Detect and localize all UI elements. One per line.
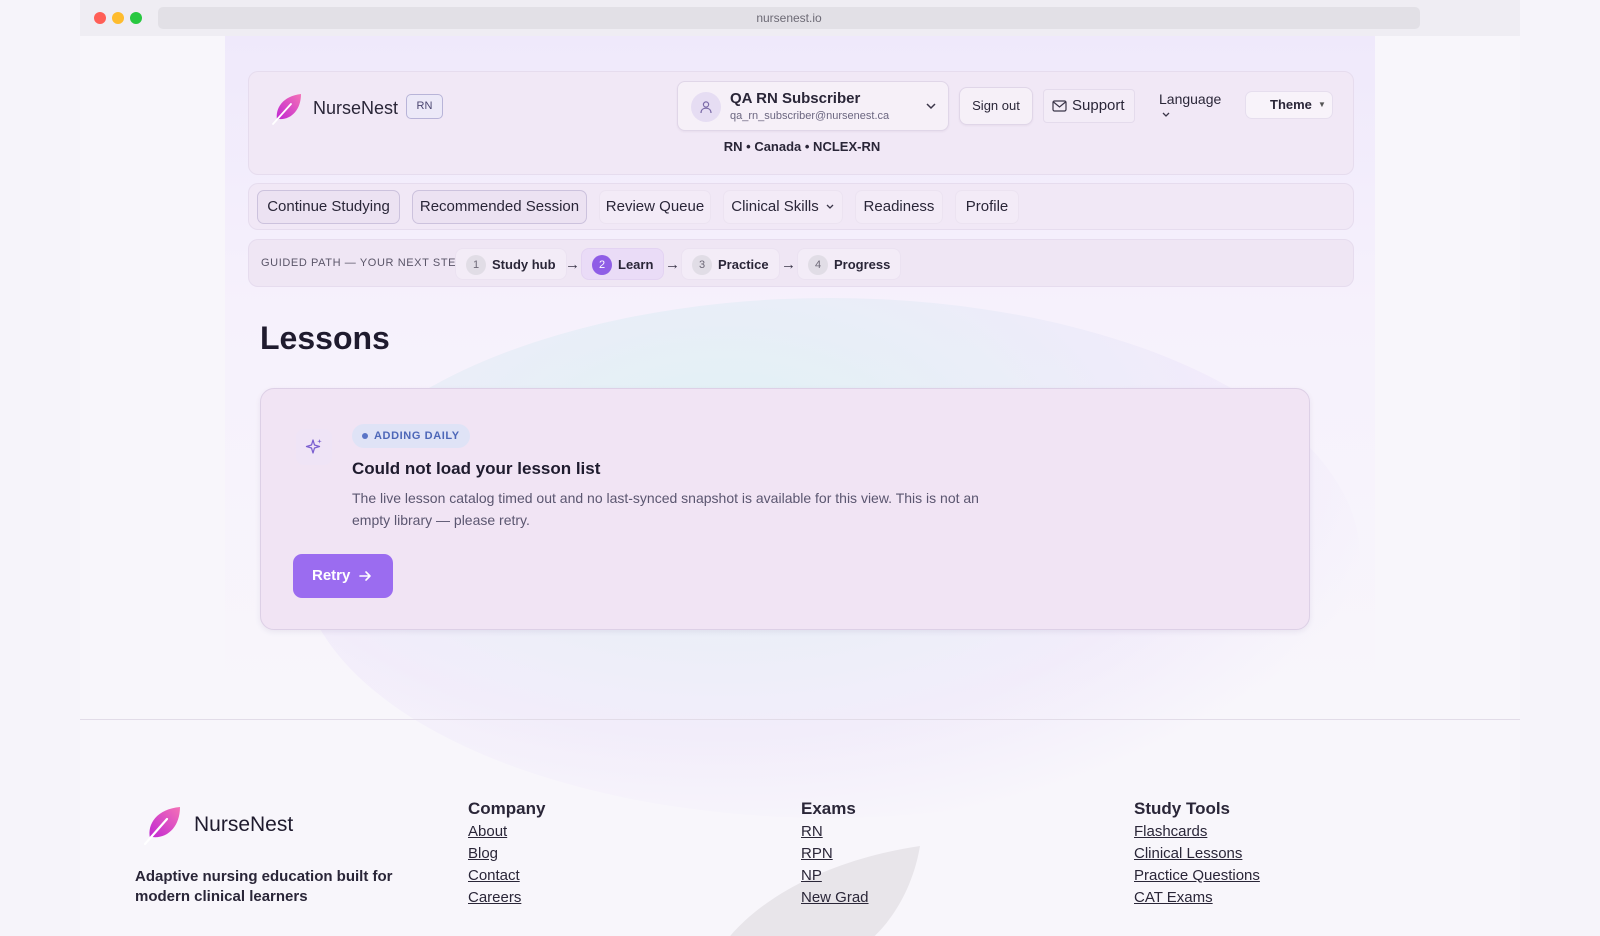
browser-chrome: nursenest.io <box>80 0 1520 36</box>
footer-column-exams: Exams RN RPN NP New Grad <box>801 799 869 909</box>
chevron-down-icon <box>926 103 936 110</box>
close-window-button[interactable] <box>94 12 106 24</box>
nav-clinical-skills[interactable]: Clinical Skills <box>723 190 843 224</box>
step-label: Study hub <box>492 257 556 272</box>
footer-divider <box>80 719 1520 720</box>
leaf-logo-icon[interactable] <box>140 802 184 846</box>
guided-path-label: GUIDED PATH — YOUR NEXT STEP <box>261 257 465 269</box>
browser-window: nursenest.io NurseNest RN QA RN Subscrib… <box>80 0 1520 936</box>
main-nav: Continue Studying Recommended Session Re… <box>248 183 1354 230</box>
footer-link-rpn[interactable]: RPN <box>801 843 869 865</box>
badge-dot <box>362 433 368 439</box>
exam-context: RN • Canada • NCLEX-RN <box>723 139 881 154</box>
url-bar[interactable]: nursenest.io <box>158 7 1420 29</box>
footer-tagline: Adaptive nursing education built for mod… <box>135 868 393 905</box>
step-practice[interactable]: 3 Practice <box>681 248 780 280</box>
leaf-logo-icon[interactable] <box>269 90 305 126</box>
footer-brand[interactable]: NurseNest <box>194 813 293 837</box>
minimize-window-button[interactable] <box>112 12 124 24</box>
caret-down-icon: ▼ <box>1318 100 1326 109</box>
step-number: 4 <box>808 255 828 275</box>
step-study-hub[interactable]: 1 Study hub <box>455 248 567 280</box>
page-title: Lessons <box>260 320 390 356</box>
footer-column-company: Company About Blog Contact Careers <box>468 799 545 909</box>
page: NurseNest RN QA RN Subscriber qa_rn_subs… <box>80 36 1520 936</box>
footer-link-blog[interactable]: Blog <box>468 843 545 865</box>
arrow-right-icon: → <box>781 256 796 273</box>
badge-label: ADDING DAILY <box>374 430 460 442</box>
support-button[interactable]: Support <box>1043 89 1135 123</box>
footer-heading: Company <box>468 799 546 818</box>
theme-label: Theme <box>1270 97 1312 112</box>
footer-link-cat-exams[interactable]: CAT Exams <box>1134 887 1260 909</box>
nav-readiness[interactable]: Readiness <box>855 190 943 224</box>
guided-path: GUIDED PATH — YOUR NEXT STEP 1 Study hub… <box>248 239 1354 287</box>
retry-label: Retry <box>312 567 351 584</box>
step-learn[interactable]: 2 Learn <box>581 248 665 280</box>
chevron-down-icon[interactable] <box>1161 111 1171 119</box>
footer-link-rn[interactable]: RN <box>801 821 869 843</box>
step-label: Progress <box>834 257 891 272</box>
step-label: Learn <box>618 257 654 272</box>
step-number: 2 <box>592 255 612 275</box>
footer-link-about[interactable]: About <box>468 821 545 843</box>
nav-recommended-session[interactable]: Recommended Session <box>412 190 587 224</box>
footer-link-practice-questions[interactable]: Practice Questions <box>1134 865 1260 887</box>
footer-column-study-tools: Study Tools Flashcards Clinical Lessons … <box>1134 799 1260 909</box>
nav-profile[interactable]: Profile <box>955 190 1019 224</box>
step-label: Practice <box>718 257 769 272</box>
footer-link-np[interactable]: NP <box>801 865 869 887</box>
chevron-down-icon <box>826 204 834 209</box>
footer-link-flashcards[interactable]: Flashcards <box>1134 821 1260 843</box>
mail-icon <box>1052 100 1067 112</box>
nav-review-queue[interactable]: Review Queue <box>599 190 711 224</box>
user-name: QA RN Subscriber <box>730 90 861 107</box>
step-number: 3 <box>692 255 712 275</box>
error-title: Could not load your lesson list <box>352 459 601 478</box>
lesson-error-card: ADDING DAILY Could not load your lesson … <box>260 388 1310 630</box>
step-number: 1 <box>466 255 486 275</box>
app-header: NurseNest RN QA RN Subscriber qa_rn_subs… <box>248 71 1354 175</box>
language-selector[interactable]: Language <box>1159 91 1221 107</box>
user-icon <box>691 92 721 122</box>
arrow-right-icon <box>359 571 371 581</box>
nav-continue-studying[interactable]: Continue Studying <box>257 190 400 224</box>
brand-name[interactable]: NurseNest <box>313 98 398 119</box>
footer-link-new-grad[interactable]: New Grad <box>801 887 869 909</box>
step-progress[interactable]: 4 Progress <box>797 248 902 280</box>
maximize-window-button[interactable] <box>130 12 142 24</box>
nav-clinical-skills-label: Clinical Skills <box>731 198 819 215</box>
status-badge: ADDING DAILY <box>352 424 470 448</box>
footer-link-clinical-lessons[interactable]: Clinical Lessons <box>1134 843 1260 865</box>
user-email: qa_rn_subscriber@nursenest.ca <box>730 110 890 122</box>
arrow-right-icon: → <box>565 256 580 273</box>
arrow-right-icon: → <box>665 256 680 273</box>
retry-button[interactable]: Retry <box>293 554 393 598</box>
tier-badge: RN <box>406 94 443 119</box>
sparkle-icon <box>296 429 332 465</box>
footer-link-contact[interactable]: Contact <box>468 865 545 887</box>
footer-heading: Exams <box>801 799 856 818</box>
error-message: The live lesson catalog timed out and no… <box>352 490 979 528</box>
account-menu-button[interactable]: QA RN Subscriber qa_rn_subscriber@nursen… <box>677 81 949 131</box>
theme-selector[interactable]: Theme ▼ <box>1245 91 1333 119</box>
footer-heading: Study Tools <box>1134 799 1231 818</box>
footer-link-careers[interactable]: Careers <box>468 887 545 909</box>
sign-out-button[interactable]: Sign out <box>959 87 1033 125</box>
support-label: Support <box>1072 97 1125 114</box>
